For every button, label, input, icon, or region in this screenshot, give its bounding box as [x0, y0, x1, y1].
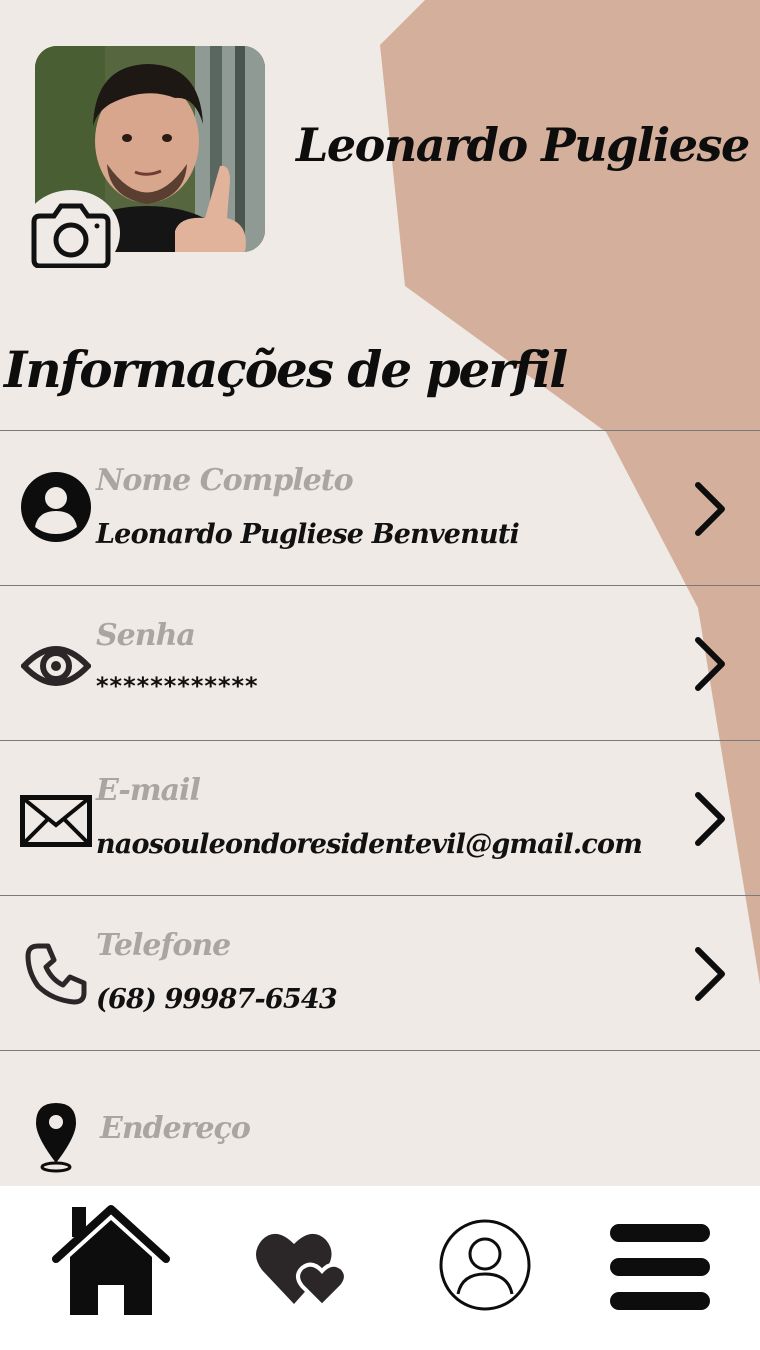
field-row-full-name[interactable]: Nome Completo Leonardo Pugliese Benvenut…	[0, 430, 760, 585]
section-title: Informações de perfil	[4, 340, 568, 399]
home-icon	[52, 1205, 170, 1315]
field-value: ************	[96, 672, 259, 700]
field-row-phone[interactable]: Telefone (68) 99987-6543	[0, 895, 760, 1050]
nav-menu-button[interactable]	[608, 1220, 712, 1316]
field-label: E-mail	[96, 773, 201, 808]
nav-profile-button[interactable]	[438, 1218, 532, 1312]
field-row-address[interactable]: Endereço	[0, 1050, 760, 1190]
chevron-right-icon	[695, 637, 725, 691]
chevron-right-icon	[695, 792, 725, 846]
chevron-right-icon	[695, 482, 725, 536]
field-value: naosouleondoresidentevil@gmail.com	[96, 829, 643, 860]
field-label: Nome Completo	[96, 463, 354, 498]
field-value: Leonardo Pugliese Benvenuti	[96, 519, 520, 550]
field-row-email[interactable]: E-mail naosouleondoresidentevil@gmail.co…	[0, 740, 760, 895]
nav-home-button[interactable]	[52, 1202, 170, 1318]
field-label: Endereço	[100, 1111, 251, 1146]
field-value: (68) 99987-6543	[96, 984, 338, 1015]
hearts-icon	[256, 1233, 348, 1309]
profile-header: Leonardo Pugliese	[0, 0, 760, 300]
user-circle-icon	[18, 469, 94, 545]
eye-icon	[18, 628, 94, 704]
user-name: Leonardo Pugliese	[296, 118, 750, 172]
nav-favorites-button[interactable]	[254, 1226, 350, 1310]
change-photo-button[interactable]	[22, 190, 120, 276]
envelope-icon	[18, 783, 94, 859]
field-row-password[interactable]: Senha ************	[0, 585, 760, 740]
map-pin-icon	[18, 1099, 94, 1175]
chevron-right-icon	[695, 947, 725, 1001]
menu-icon	[610, 1224, 710, 1310]
profile-info-list: Nome Completo Leonardo Pugliese Benvenut…	[0, 430, 760, 1190]
bottom-nav	[0, 1186, 760, 1350]
phone-icon	[18, 936, 94, 1012]
field-label: Senha	[96, 618, 196, 653]
profile-icon	[439, 1219, 531, 1311]
camera-icon	[31, 203, 111, 268]
field-label: Telefone	[96, 928, 231, 963]
